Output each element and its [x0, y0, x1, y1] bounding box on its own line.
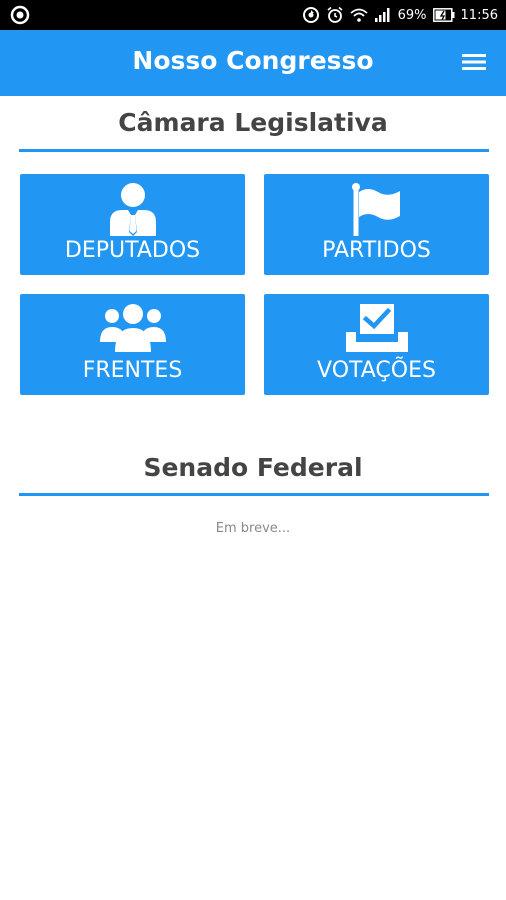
- votacoes-label: VOTAÇÕES: [317, 358, 436, 383]
- clock-time: 11:56: [460, 7, 498, 23]
- senado-section-title: Senado Federal: [143, 453, 363, 482]
- senado-divider: [19, 493, 489, 496]
- camara-divider: [19, 149, 489, 152]
- deputados-button[interactable]: DEPUTADOS: [20, 174, 245, 275]
- battery-percent: 69%: [397, 7, 427, 23]
- alarm-icon: [326, 6, 344, 24]
- person-tie-icon: [20, 182, 245, 236]
- votacoes-button[interactable]: VOTAÇÕES: [264, 294, 489, 395]
- frentes-label: FRENTES: [82, 358, 183, 383]
- circle-app-icon: [10, 5, 30, 25]
- hamburger-menu-icon[interactable]: [462, 52, 486, 72]
- partidos-button[interactable]: PARTIDOS: [264, 174, 489, 275]
- deputados-label: DEPUTADOS: [64, 238, 201, 263]
- group-icon: [20, 302, 245, 356]
- sync-icon: [302, 6, 320, 24]
- ballot-box-icon: [264, 302, 489, 356]
- signal-icon: [374, 7, 392, 23]
- wifi-icon: [350, 7, 368, 23]
- partidos-label: PARTIDOS: [322, 238, 431, 263]
- flag-icon: [264, 182, 489, 236]
- status-bar: 69% 11:56: [0, 0, 506, 30]
- frentes-button[interactable]: FRENTES: [20, 294, 245, 395]
- app-title: Nosso Congresso: [132, 46, 374, 75]
- camara-section-title: Câmara Legislativa: [118, 108, 388, 137]
- battery-icon: [432, 8, 455, 22]
- app-bar: Nosso Congresso: [0, 30, 506, 96]
- coming-soon-note: Em breve...: [215, 521, 291, 536]
